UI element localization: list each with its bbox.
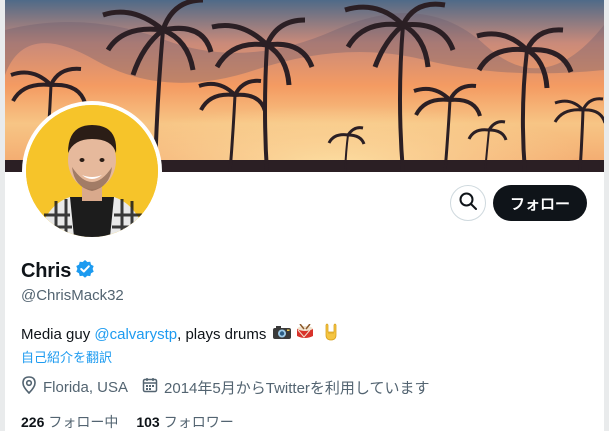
joined-item: 2014年5月からTwitterを利用しています (142, 377, 429, 398)
profile-meta: Florida, USA 2014年5月からTwitterを利用しています (21, 376, 443, 398)
location-text: Florida, USA (43, 378, 129, 396)
followers-count: 103 (136, 414, 160, 430)
followers-label: フォロワー (163, 414, 234, 430)
follow-button[interactable]: フォロー (493, 185, 587, 221)
drum-icon (295, 323, 315, 344)
bio-text-suffix: , plays drums (177, 325, 267, 343)
rock-hand-icon (323, 323, 339, 345)
avatar[interactable] (22, 101, 162, 241)
bio-mention-link[interactable]: @calvarystp (94, 326, 177, 343)
translate-bio-link[interactable]: 自己紹介を翻訳 (21, 347, 112, 366)
verified-badge-icon[interactable] (75, 259, 95, 284)
following-count: 226 (21, 414, 45, 430)
following-link[interactable]: 226 フォロー中 (21, 412, 118, 431)
display-name: Chris (21, 260, 72, 282)
joined-text: 2014年5月からTwitterを利用しています (164, 379, 430, 397)
followers-link[interactable]: 103 フォロワー (136, 412, 233, 431)
window-edge-right (604, 0, 609, 431)
search-button[interactable] (450, 185, 486, 221)
calendar-icon (142, 377, 158, 397)
location-item: Florida, USA (21, 376, 128, 398)
user-handle: @ChrisMack32 (21, 287, 124, 304)
camera-icon (272, 324, 292, 344)
display-name-row: Chris (21, 259, 95, 284)
bio-text-prefix: Media guy (21, 325, 95, 343)
following-label: フォロー中 (48, 414, 119, 430)
location-pin-icon (21, 376, 37, 398)
bio: Media guy @calvarystp , plays drums (21, 323, 339, 345)
search-icon (459, 192, 477, 215)
follow-stats: 226 フォロー中 103 フォロワー (21, 412, 252, 431)
